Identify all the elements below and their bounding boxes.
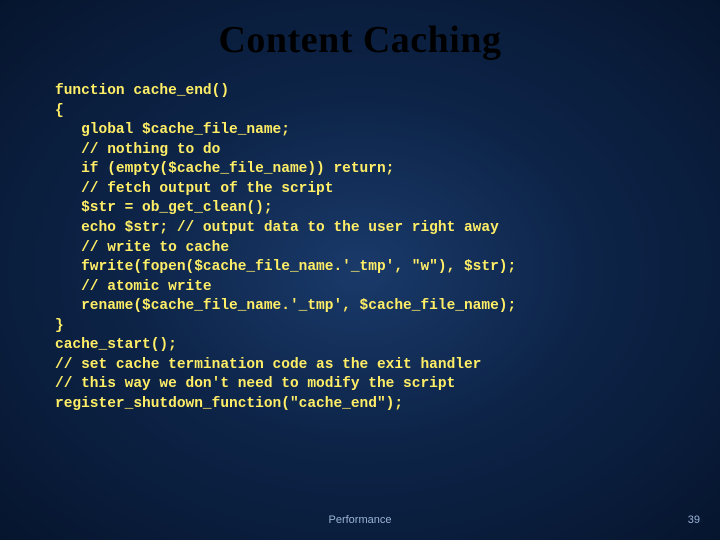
slide-title: Content Caching [0,0,720,62]
footer-label: Performance [0,514,720,526]
slide-number: 39 [688,514,700,526]
code-block: function cache_end() { global $cache_fil… [55,82,665,415]
slide: Content Caching function cache_end() { g… [0,0,720,540]
